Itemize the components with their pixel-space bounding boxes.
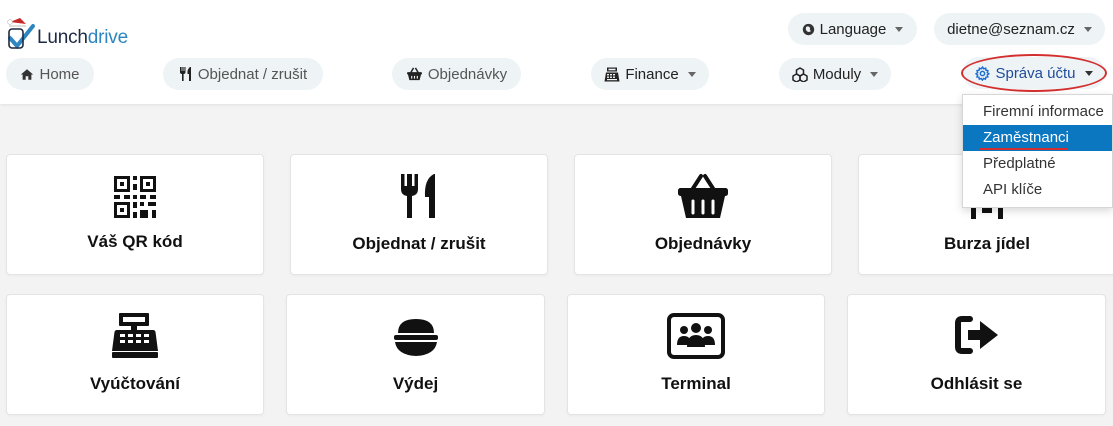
top-header: Lunchdrive Language dietne@seznam.cz Hom…: [0, 0, 1113, 104]
cash-register-icon: [7, 311, 263, 359]
utensils-icon: [179, 66, 193, 82]
language-label: Language: [819, 20, 887, 38]
lunchdrive-logo[interactable]: Lunchdrive: [6, 16, 128, 52]
logo-check-icon: [7, 18, 35, 50]
menu-item-subscription[interactable]: Předplatné: [963, 151, 1112, 177]
tile-label: Odhlásit se: [930, 374, 1023, 393]
nav-finance-dropdown[interactable]: Finance: [591, 58, 709, 90]
tile-order-cancel[interactable]: Objednat / zrušit: [290, 154, 548, 275]
tile-terminal[interactable]: Terminal: [567, 294, 825, 415]
logout-icon: [848, 315, 1105, 355]
cubes-icon: [792, 66, 808, 82]
chevron-down-icon: [1083, 26, 1092, 32]
chevron-down-icon: [895, 26, 904, 32]
home-icon: [20, 68, 34, 81]
tile-orders[interactable]: Objednávky: [574, 154, 832, 275]
globe-icon: [802, 23, 815, 36]
utensils-icon: [291, 173, 547, 219]
qr-code-icon: [7, 176, 263, 218]
tile-label: Burza jídel: [944, 234, 1030, 253]
nav-modules-dropdown[interactable]: Moduly: [779, 58, 891, 90]
basket-icon: [575, 173, 831, 219]
tile-qr-code[interactable]: Váš QR kód: [6, 154, 264, 275]
tile-dispense[interactable]: Výdej: [286, 294, 545, 415]
tile-label: Objednávky: [654, 234, 752, 253]
tile-billing[interactable]: Vyúčtování: [6, 294, 264, 415]
user-email: dietne@seznam.cz: [947, 20, 1075, 38]
tile-label: Terminal: [661, 374, 731, 393]
chevron-down-icon: [870, 71, 879, 77]
tile-label: Vyúčtování: [89, 374, 181, 393]
tile-label: Výdej: [392, 374, 439, 393]
nav-orders[interactable]: Objednávky: [392, 58, 521, 90]
highlight-annotation-ring: [961, 54, 1107, 92]
nav-order-cancel[interactable]: Objednat / zrušit: [163, 58, 323, 90]
menu-item-company-info[interactable]: Firemní informace: [963, 99, 1112, 125]
nav-home[interactable]: Home: [6, 58, 94, 90]
account-dropdown-menu: Firemní informace Zaměstnanci Předplatné…: [962, 94, 1113, 208]
cash-register-icon: [604, 67, 620, 82]
tile-label: Váš QR kód: [87, 232, 183, 251]
tile-logout[interactable]: Odhlásit se: [847, 294, 1106, 415]
tile-label: Objednat / zrušit: [352, 234, 486, 253]
basket-icon: [406, 67, 423, 81]
logo-text: Lunchdrive: [37, 27, 128, 48]
chevron-down-icon: [687, 71, 696, 77]
user-menu-dropdown[interactable]: dietne@seznam.cz: [934, 13, 1105, 45]
highlight-underline: [980, 148, 1067, 150]
menu-item-employees[interactable]: Zaměstnanci: [963, 125, 1112, 151]
language-dropdown[interactable]: Language: [788, 13, 917, 45]
menu-item-api-keys[interactable]: API klíče: [963, 177, 1112, 203]
terminal-users-icon: [568, 313, 824, 359]
food-bowl-icon: [287, 317, 544, 357]
